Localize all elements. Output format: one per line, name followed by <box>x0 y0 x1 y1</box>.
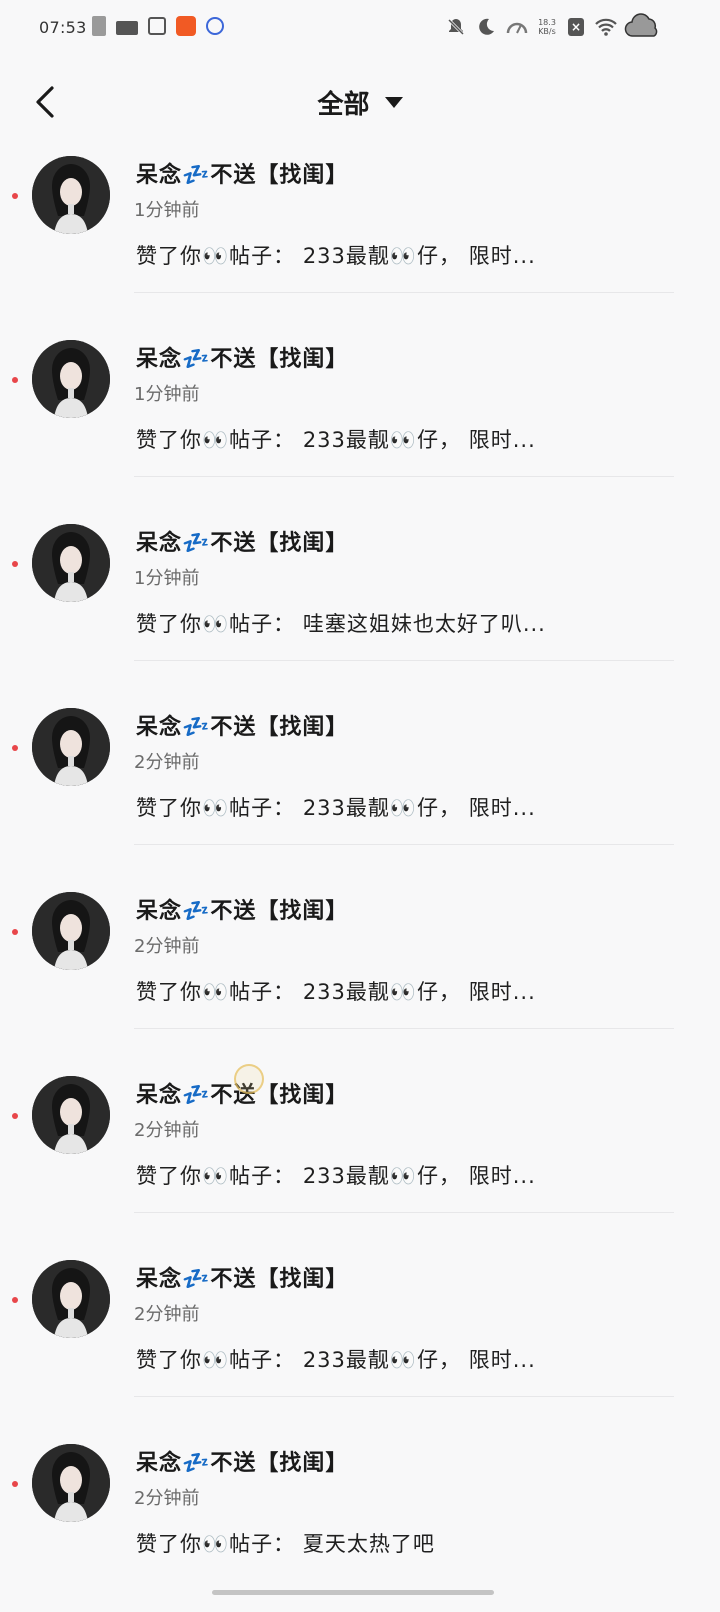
divider <box>134 1028 674 1029</box>
divider <box>134 1396 674 1397</box>
user-name[interactable]: 呆念💤不送【找闺】 <box>136 709 348 741</box>
timestamp: 2分钟前 <box>134 936 200 957</box>
list-item[interactable]: 呆念💤不送【找闺】 1分钟前 赞了你👀帖子： 哇塞这姐妹也太好了叭... <box>0 508 720 692</box>
user-name[interactable]: 呆念💤不送【找闺】 <box>136 341 348 373</box>
filter-dropdown[interactable]: 全部 <box>0 84 720 121</box>
top-nav-bar: 全部 <box>0 64 720 140</box>
app-box-icon <box>148 17 166 35</box>
unread-dot <box>12 377 18 383</box>
speedometer-icon <box>506 17 528 37</box>
notification-text: 赞了你👀帖子： 夏天太热了吧 <box>136 1532 435 1556</box>
paw-icon <box>206 17 224 35</box>
unread-dot <box>12 745 18 751</box>
unread-dot <box>12 193 18 199</box>
status-time: 07:53 <box>39 18 87 37</box>
list-item[interactable]: 呆念💤不送【找闺】 1分钟前 赞了你👀帖子： 233最靓👀仔， 限时... <box>0 324 720 508</box>
avatar[interactable] <box>32 708 110 786</box>
divider <box>134 292 674 293</box>
list-item[interactable]: 呆念💤不送【找闺】 1分钟前 赞了你👀帖子： 233最靓👀仔， 限时... <box>0 140 720 324</box>
caret-down-icon <box>384 97 403 108</box>
user-name[interactable]: 呆念💤不送【找闺】 <box>136 1261 348 1293</box>
avatar[interactable] <box>32 156 110 234</box>
status-left-icons <box>92 16 224 36</box>
net-speed-value: 18.3 <box>538 18 556 27</box>
home-indicator[interactable] <box>212 1590 494 1595</box>
notification-list: 呆念💤不送【找闺】 1分钟前 赞了你👀帖子： 233最靓👀仔， 限时... 呆念… <box>0 140 720 1612</box>
unread-dot <box>12 1113 18 1119</box>
unread-dot <box>12 929 18 935</box>
notification-text: 赞了你👀帖子： 233最靓👀仔， 限时... <box>136 1348 536 1372</box>
timestamp: 1分钟前 <box>134 568 200 589</box>
list-item[interactable]: 呆念💤不送【找闺】 2分钟前 赞了你👀帖子： 233最靓👀仔， 限时... <box>0 1060 720 1244</box>
list-item[interactable]: 呆念💤不送【找闺】 2分钟前 赞了你👀帖子： 233最靓👀仔， 限时... <box>0 692 720 876</box>
status-right-icons: 18.3 KB/s × <box>446 13 662 38</box>
user-name[interactable]: 呆念💤不送【找闺】 <box>136 157 348 189</box>
notification-text: 赞了你👀帖子： 233最靓👀仔， 限时... <box>136 428 536 452</box>
unread-dot <box>12 561 18 567</box>
avatar[interactable] <box>32 340 110 418</box>
unread-dot <box>12 1297 18 1303</box>
list-item[interactable]: 呆念💤不送【找闺】 2分钟前 赞了你👀帖子： 233最靓👀仔， 限时... <box>0 876 720 1060</box>
wifi-icon <box>594 17 617 37</box>
timestamp: 2分钟前 <box>134 1304 200 1325</box>
cloud-icon <box>624 12 662 38</box>
user-name[interactable]: 呆念💤不送【找闺】 <box>136 525 348 557</box>
timestamp: 2分钟前 <box>134 1120 200 1141</box>
avatar[interactable] <box>32 1444 110 1522</box>
notification-text: 赞了你👀帖子： 233最靓👀仔， 限时... <box>136 1164 536 1188</box>
unread-dot <box>12 1481 18 1487</box>
bell-off-icon <box>446 17 466 37</box>
battery-icon <box>92 16 106 36</box>
notification-text: 赞了你👀帖子： 233最靓👀仔， 限时... <box>136 796 536 820</box>
xbox-icon: × <box>568 18 584 36</box>
divider <box>134 660 674 661</box>
moon-icon <box>476 17 496 37</box>
notification-text: 赞了你👀帖子： 哇塞这姐妹也太好了叭... <box>136 612 546 636</box>
notification-text: 赞了你👀帖子： 233最靓👀仔， 限时... <box>136 244 536 268</box>
timestamp: 1分钟前 <box>134 384 200 405</box>
avatar[interactable] <box>32 892 110 970</box>
notification-text: 赞了你👀帖子： 233最靓👀仔， 限时... <box>136 980 536 1004</box>
user-name[interactable]: 呆念💤不送【找闺】 <box>136 1445 348 1477</box>
list-item[interactable]: 呆念💤不送【找闺】 2分钟前 赞了你👀帖子： 夏天太热了吧 <box>0 1428 720 1612</box>
divider <box>134 476 674 477</box>
timestamp: 2分钟前 <box>134 752 200 773</box>
user-name[interactable]: 呆念💤不送【找闺】 <box>136 893 348 925</box>
avatar[interactable] <box>32 524 110 602</box>
avatar[interactable] <box>32 1076 110 1154</box>
orange-app-icon <box>176 16 196 36</box>
video-icon <box>116 20 138 35</box>
page-title: 全部 <box>317 90 370 120</box>
avatar[interactable] <box>32 1260 110 1338</box>
net-speed: 18.3 KB/s <box>536 18 558 36</box>
divider <box>134 844 674 845</box>
touch-indicator <box>234 1064 264 1094</box>
list-item[interactable]: 呆念💤不送【找闺】 2分钟前 赞了你👀帖子： 233最靓👀仔， 限时... <box>0 1244 720 1428</box>
timestamp: 2分钟前 <box>134 1488 200 1509</box>
timestamp: 1分钟前 <box>134 200 200 221</box>
divider <box>134 1212 674 1213</box>
status-bar: 07:53 18.3 KB/s × <box>0 0 720 56</box>
net-speed-unit: KB/s <box>538 27 556 36</box>
